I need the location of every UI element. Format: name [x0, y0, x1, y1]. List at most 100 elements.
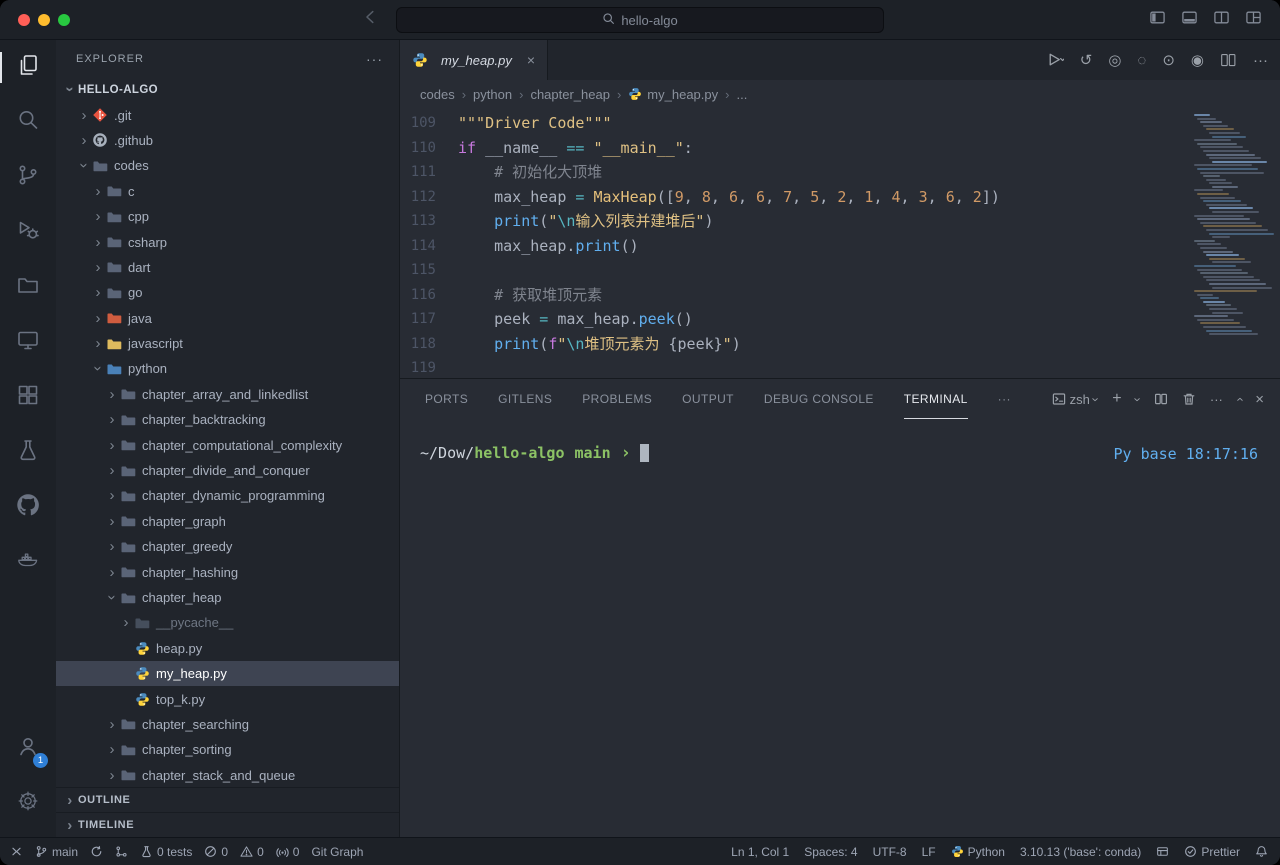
activity-item-settings[interactable] — [0, 776, 56, 831]
status-git-graph[interactable]: Git Graph — [311, 845, 363, 859]
status-bell[interactable] — [1255, 845, 1268, 858]
panel-tab-ports[interactable]: PORTS — [425, 379, 468, 419]
panel-tabs-more-icon[interactable]: ··· — [998, 379, 1011, 419]
tree-item-chapter_heap[interactable]: ›chapter_heap — [56, 585, 399, 610]
activity-item-search[interactable] — [0, 95, 56, 150]
status-lf[interactable]: LF — [922, 845, 936, 859]
tree-item-chapter_greedy[interactable]: ›chapter_greedy — [56, 534, 399, 559]
split-editor-icon[interactable] — [1213, 9, 1230, 31]
tree-item-codes[interactable]: ›codes — [56, 153, 399, 178]
history-icon[interactable]: ↺ — [1080, 53, 1093, 68]
tree-item-top_k.py[interactable]: top_k.py — [56, 686, 399, 711]
status-utf-8[interactable]: UTF-8 — [873, 845, 907, 859]
maximize-panel-icon[interactable]: › — [1233, 397, 1246, 401]
minimize-window-button[interactable] — [38, 14, 50, 26]
tree-item-chapter_backtracking[interactable]: ›chapter_backtracking — [56, 407, 399, 432]
timeline-section[interactable]: › TIMELINE — [56, 812, 399, 837]
launch-profile-chevron-icon[interactable]: › — [1131, 397, 1144, 401]
tree-item-.github[interactable]: ›.github — [56, 128, 399, 153]
activity-item-run-debug[interactable] — [0, 205, 56, 260]
tree-item-.git[interactable]: ›.git — [56, 102, 399, 127]
breadcrumb-item[interactable]: ... — [736, 87, 747, 102]
activity-item-folder-library[interactable] — [0, 260, 56, 315]
activity-item-github[interactable] — [0, 480, 56, 535]
tree-item-chapter_computational_complexity[interactable]: ›chapter_computational_complexity — [56, 432, 399, 457]
breadcrumb-item[interactable]: python — [473, 87, 512, 102]
gitlens-graph-icon[interactable]: ⊙ — [1162, 53, 1175, 68]
minimap[interactable] — [1194, 114, 1266, 337]
panel-tab-output[interactable]: OUTPUT — [682, 379, 734, 419]
tree-item-chapter_graph[interactable]: ›chapter_graph — [56, 509, 399, 534]
tree-item-__pycache__[interactable]: ›__pycache__ — [56, 610, 399, 635]
tree-item-cpp[interactable]: ›cpp — [56, 204, 399, 229]
status-ln-1-col-1[interactable]: Ln 1, Col 1 — [731, 845, 789, 859]
close-tab-icon[interactable]: × — [527, 52, 535, 68]
status-python[interactable]: Python — [951, 845, 1005, 859]
kill-terminal-icon[interactable] — [1182, 392, 1196, 406]
more-icon[interactable]: ··· — [1253, 53, 1268, 68]
panel-tab-debug-console[interactable]: DEBUG CONSOLE — [764, 379, 874, 419]
status-main[interactable]: main — [35, 845, 78, 859]
tree-item-dart[interactable]: ›dart — [56, 255, 399, 280]
tab-my-heap[interactable]: my_heap.py × — [400, 40, 548, 80]
tree-item-chapter_divide_and_conquer[interactable]: ›chapter_divide_and_conquer — [56, 458, 399, 483]
panel-tab-problems[interactable]: PROBLEMS — [582, 379, 652, 419]
tree-item-hello-algo[interactable]: ›HELLO-ALGO — [56, 77, 399, 102]
tree-item-chapter_stack_and_queue[interactable]: ›chapter_stack_and_queue — [56, 763, 399, 787]
status-sync[interactable] — [90, 845, 103, 858]
tree-item-go[interactable]: ›go — [56, 280, 399, 305]
activity-item-accounts[interactable]: 1 — [0, 721, 56, 776]
tree-item-c[interactable]: ›c — [56, 179, 399, 204]
code-editor[interactable]: 109"""Driver Code"""110if __name__ == "_… — [400, 108, 1280, 378]
split-editor-icon[interactable] — [1220, 52, 1237, 69]
panel-more-actions-icon[interactable]: ··· — [1210, 392, 1223, 407]
tree-item-heap.py[interactable]: heap.py — [56, 636, 399, 661]
tree-item-chapter_hashing[interactable]: ›chapter_hashing — [56, 559, 399, 584]
breadcrumb-item[interactable]: my_heap.py — [628, 87, 718, 102]
activity-item-remote-explorer[interactable] — [0, 315, 56, 370]
status-0[interactable]: 0 — [240, 845, 264, 859]
gitlens-compare-icon[interactable]: ◎ — [1108, 53, 1121, 68]
outline-section[interactable]: › OUTLINE — [56, 787, 399, 812]
status-remote[interactable] — [10, 845, 23, 858]
tree-item-my_heap.py[interactable]: my_heap.py — [56, 661, 399, 686]
breadcrumb-item[interactable]: chapter_heap — [530, 87, 610, 102]
zoom-window-button[interactable] — [58, 14, 70, 26]
status-graph[interactable] — [115, 845, 128, 858]
status-board[interactable] — [1156, 845, 1169, 858]
status-spaces-4[interactable]: Spaces: 4 — [804, 845, 857, 859]
activity-item-docker[interactable] — [0, 535, 56, 590]
shell-selector[interactable]: zsh › — [1052, 392, 1099, 407]
tree-item-csharp[interactable]: ›csharp — [56, 229, 399, 254]
toggle-sidebar-icon[interactable] — [1149, 9, 1166, 31]
panel-tab-gitlens[interactable]: GITLENS — [498, 379, 552, 419]
status-0[interactable]: 0 — [204, 845, 228, 859]
profile-icon[interactable]: ◉ — [1191, 53, 1204, 68]
close-window-button[interactable] — [18, 14, 30, 26]
breadcrumb-item[interactable]: codes — [420, 87, 455, 102]
split-terminal-icon[interactable] — [1154, 392, 1168, 406]
command-center-search[interactable]: hello-algo — [396, 7, 884, 33]
activity-item-explorer[interactable] — [0, 40, 56, 95]
tree-item-chapter_dynamic_programming[interactable]: ›chapter_dynamic_programming — [56, 483, 399, 508]
explorer-more-actions-icon[interactable]: ··· — [366, 51, 383, 67]
status-prettier[interactable]: Prettier — [1184, 845, 1240, 859]
tree-item-python[interactable]: ›python — [56, 356, 399, 381]
customize-layout-icon[interactable] — [1245, 9, 1262, 31]
activity-item-extensions[interactable] — [0, 370, 56, 425]
run-icon[interactable] — [1045, 51, 1064, 70]
toggle-panel-icon[interactable] — [1181, 9, 1198, 31]
gitlens-open-icon[interactable]: ◌ — [1137, 53, 1146, 68]
activity-item-testing[interactable] — [0, 425, 56, 480]
new-terminal-icon[interactable]: + — [1112, 390, 1121, 408]
tree-item-java[interactable]: ›java — [56, 306, 399, 331]
status-3-10-13-base-conda[interactable]: 3.10.13 ('base': conda) — [1020, 845, 1141, 859]
status-0[interactable]: 0 — [276, 845, 300, 859]
terminal[interactable]: ~/Dow/hello-algo main › Py base 18:17:16 — [400, 419, 1280, 837]
panel-tab-terminal[interactable]: TERMINAL — [904, 379, 968, 419]
close-panel-icon[interactable]: × — [1255, 391, 1264, 408]
status-0-tests[interactable]: 0 tests — [140, 845, 192, 859]
tree-item-chapter_searching[interactable]: ›chapter_searching — [56, 712, 399, 737]
activity-item-source-control[interactable] — [0, 150, 56, 205]
tree-item-chapter_array_and_linkedlist[interactable]: ›chapter_array_and_linkedlist — [56, 382, 399, 407]
